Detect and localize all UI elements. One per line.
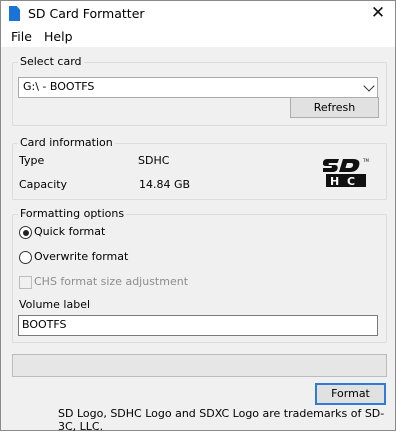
svg-text:H: H bbox=[330, 175, 339, 188]
title-bar[interactable]: SD Card Formatter ✕ bbox=[1, 1, 395, 27]
menu-bar: File Help bbox=[1, 27, 395, 47]
sd-card-icon bbox=[9, 6, 20, 21]
card-select-dropdown[interactable]: G:\ - BOOTFS bbox=[18, 77, 378, 98]
select-card-title: Select card bbox=[18, 55, 84, 68]
volume-label-title: Volume label bbox=[19, 298, 91, 311]
close-icon: ✕ bbox=[370, 3, 386, 23]
formatting-options-group: Formatting options Quick format Overwrit… bbox=[12, 207, 387, 343]
window-title: SD Card Formatter bbox=[28, 6, 145, 21]
menu-help[interactable]: Help bbox=[44, 29, 73, 44]
select-card-group: Select card G:\ - BOOTFS Refresh bbox=[12, 55, 387, 126]
app-window: SD Card Formatter ✕ File Help Select car… bbox=[0, 0, 396, 433]
format-progress-bar bbox=[12, 354, 387, 377]
capacity-label: Capacity bbox=[19, 178, 68, 191]
formatting-options-title: Formatting options bbox=[18, 207, 127, 220]
quick-format-radio[interactable] bbox=[19, 226, 32, 239]
svg-text:TM: TM bbox=[362, 158, 369, 163]
capacity-value: 14.84 GB bbox=[139, 178, 191, 191]
quick-format-label[interactable]: Quick format bbox=[34, 225, 105, 238]
close-button[interactable]: ✕ bbox=[361, 1, 395, 27]
menu-file[interactable]: File bbox=[11, 29, 32, 44]
sdhc-logo-icon: TM H C bbox=[323, 158, 369, 188]
chs-adjustment-label: CHS format size adjustment bbox=[34, 275, 189, 288]
overwrite-format-label[interactable]: Overwrite format bbox=[34, 250, 128, 263]
type-value: SDHC bbox=[138, 154, 170, 167]
overwrite-format-radio[interactable] bbox=[19, 251, 32, 264]
chs-adjustment-checkbox[interactable] bbox=[19, 276, 32, 289]
volume-label-input[interactable]: BOOTFS bbox=[18, 315, 378, 336]
card-select-value: G:\ - BOOTFS bbox=[23, 80, 95, 93]
format-button-label: Format bbox=[331, 387, 370, 400]
format-button[interactable]: Format bbox=[315, 383, 386, 405]
card-info-group: Card information Type SDHC Capacity 14.8… bbox=[12, 136, 387, 200]
card-info-title: Card information bbox=[18, 136, 115, 149]
type-label: Type bbox=[19, 154, 45, 167]
refresh-button[interactable]: Refresh bbox=[290, 97, 379, 118]
volume-label-value: BOOTFS bbox=[22, 318, 67, 331]
svg-text:C: C bbox=[347, 175, 355, 188]
chevron-down-icon bbox=[363, 80, 375, 92]
trademark-notice: SD Logo, SDHC Logo and SDXC Logo are tra… bbox=[58, 407, 385, 433]
refresh-button-label: Refresh bbox=[313, 101, 356, 114]
